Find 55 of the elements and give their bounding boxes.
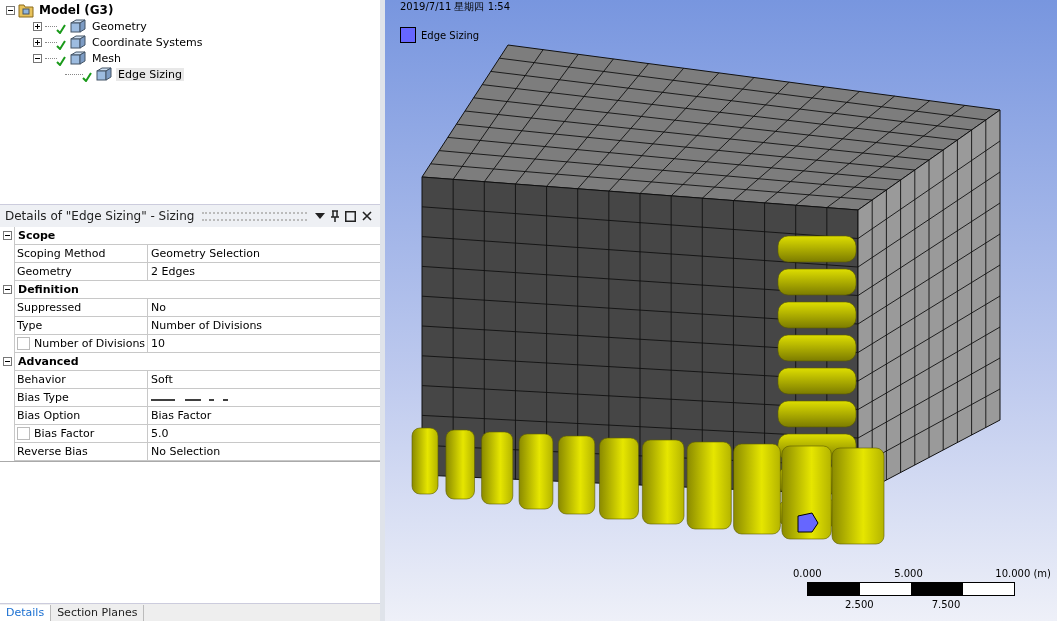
- property-value: 5.0: [148, 425, 380, 443]
- property-name: Bias Type: [14, 389, 148, 407]
- scale-label: 7.500: [931, 599, 961, 610]
- folder-icon: [18, 2, 34, 18]
- collapse-box-icon[interactable]: [3, 357, 12, 366]
- cube-icon: [69, 19, 87, 33]
- property-value: 2 Edges: [148, 263, 380, 281]
- grip-handle[interactable]: [202, 211, 307, 221]
- dropdown-icon[interactable]: [315, 213, 325, 219]
- property-name: Type: [14, 317, 148, 335]
- property-value: Bias Factor: [148, 407, 380, 425]
- property-name: Reverse Bias: [14, 443, 148, 461]
- close-icon[interactable]: [362, 211, 372, 221]
- pin-icon[interactable]: [331, 210, 339, 222]
- collapse-box-icon[interactable]: [3, 285, 12, 294]
- panel-tab[interactable]: Details: [0, 605, 52, 621]
- section-header: Advanced: [14, 353, 380, 371]
- property-name: Geometry: [14, 263, 148, 281]
- property-name: Number of Divisions: [14, 335, 148, 353]
- section-header: Scope: [14, 227, 380, 245]
- tree-item[interactable]: Edge Sizing: [116, 67, 184, 81]
- tree-item[interactable]: Model (G3): [37, 3, 116, 17]
- property-value: Number of Divisions: [148, 317, 380, 335]
- cube-icon: [69, 35, 87, 49]
- property-name: Behavior: [14, 371, 148, 389]
- property-name: Bias Factor: [14, 425, 148, 443]
- scale-label: 10.000 (m): [995, 568, 1051, 579]
- cube-icon: [69, 51, 87, 65]
- panel-title: Details of "Edge Sizing" - Sizing: [5, 209, 195, 223]
- maximize-icon[interactable]: [345, 210, 356, 222]
- property-name: Suppressed: [14, 299, 148, 317]
- property-name: Bias Option: [14, 407, 148, 425]
- expand-box-icon[interactable]: [33, 37, 42, 47]
- expand-box-icon[interactable]: [33, 21, 42, 31]
- expand-box-icon[interactable]: [33, 53, 42, 63]
- collapse-box-icon[interactable]: [3, 231, 12, 240]
- scale-label: 5.000: [894, 568, 923, 579]
- scale-label: 0.000: [793, 568, 822, 579]
- scale-label: 2.500: [845, 599, 874, 610]
- property-value: 10: [148, 335, 380, 353]
- collapse-box-icon[interactable]: [6, 5, 15, 15]
- timestamp: 2019/7/11 星期四 1:54: [400, 0, 511, 14]
- property-value: No: [148, 299, 380, 317]
- section-header: Definition: [14, 281, 380, 299]
- property-value: No Selection: [148, 443, 380, 461]
- tree-item[interactable]: Geometry: [90, 19, 149, 33]
- cube-icon: [95, 67, 113, 81]
- tree-item[interactable]: Mesh: [90, 51, 123, 65]
- property-name: Scoping Method: [14, 245, 148, 263]
- property-value: Soft: [148, 371, 380, 389]
- property-value: Geometry Selection: [148, 245, 380, 263]
- tree-item[interactable]: Coordinate Systems: [90, 35, 205, 49]
- checkbox[interactable]: [17, 427, 30, 440]
- checkbox[interactable]: [17, 337, 30, 350]
- legend-label: Edge Sizing: [421, 29, 480, 41]
